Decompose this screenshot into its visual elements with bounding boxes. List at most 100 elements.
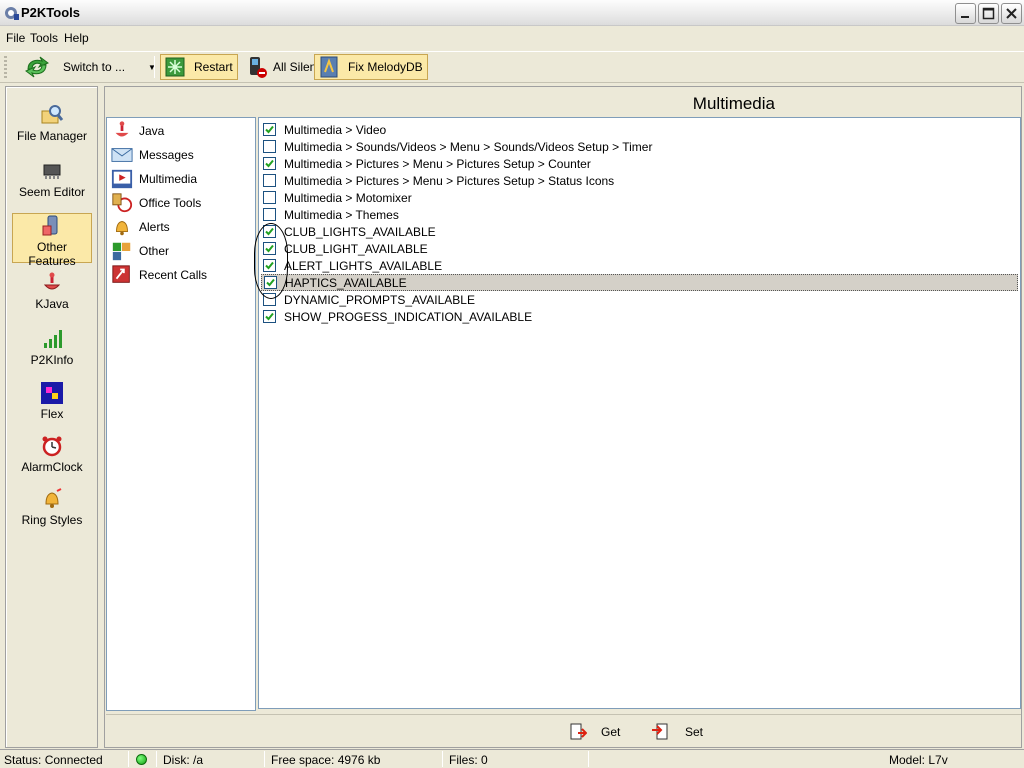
close-button[interactable] [1001,3,1022,24]
connection-led-icon [136,754,147,765]
feature-label: CLUB_LIGHT_AVAILABLE [284,241,428,256]
feature-checkbox[interactable] [263,140,276,153]
get-label: Get [601,725,621,739]
status-divider [588,751,589,767]
switch-arrows-icon [25,56,49,78]
java-icon [43,272,61,290]
window-title: P2KTools [21,5,80,20]
envelope-icon [111,148,133,162]
sidebar-item-label: Seem Editor [18,185,86,199]
category-item-messages[interactable]: Messages [111,144,194,166]
content-panel: Multimedia Java Messages Multimedia Offi… [104,86,1022,748]
all-silent-button[interactable]: All Silent [240,54,324,80]
sidebar-item-label: AlarmClock [21,460,83,474]
sidebar-item-label: P2KInfo [30,353,74,367]
feature-checkbox[interactable] [263,310,276,323]
feature-label: Multimedia > Themes [284,207,399,222]
sidebar-item-ring-styles[interactable]: Ring Styles [12,487,92,537]
sidebar-item-file-manager[interactable]: File Manager [12,103,92,153]
set-button[interactable]: Set [651,721,703,743]
category-item-java[interactable]: Java [111,120,164,142]
feature-row[interactable]: Multimedia > Video [261,121,1018,138]
feature-row[interactable]: DYNAMIC_PROMPTS_AVAILABLE [261,291,1018,308]
checkmark-icon [265,159,274,168]
category-item-office-tools[interactable]: Office Tools [111,192,201,214]
feature-checkbox[interactable] [263,191,276,204]
sidebar-item-label: Other Features [28,240,76,268]
feature-row[interactable]: Multimedia > Motomixer [261,189,1018,206]
sidebar-item-flex[interactable]: Flex [12,381,92,431]
category-label: Messages [139,148,194,162]
feature-checkbox[interactable] [263,174,276,187]
category-item-multimedia[interactable]: Multimedia [111,168,197,190]
model-text: Model: L7v [889,752,948,767]
feature-row[interactable]: CLUB_LIGHTS_AVAILABLE [261,223,1018,240]
restart-button[interactable]: Restart [160,54,238,80]
checkmark-icon [265,312,274,321]
feature-row[interactable]: ALERT_LIGHTS_AVAILABLE [261,257,1018,274]
sidebar-item-alarmclock[interactable]: AlarmClock [12,434,92,484]
connection-indicator [136,752,147,767]
feature-checkbox[interactable] [263,208,276,221]
fix-melodydb-label: Fix MelodyDB [348,60,423,74]
category-label: Alerts [139,220,170,234]
sidebar-item-seem-editor[interactable]: Seem Editor [12,159,92,209]
files-text: Files: 0 [449,752,488,767]
close-icon [1006,8,1017,19]
minimize-button[interactable] [955,3,976,24]
menu-tools[interactable]: Tools [30,31,58,45]
feature-row[interactable]: Multimedia > Sounds/Videos > Menu > Soun… [261,138,1018,155]
feature-row[interactable]: Multimedia > Pictures > Menu > Pictures … [261,172,1018,189]
category-label: Java [139,124,165,138]
restart-label: Restart [194,60,233,74]
sidebar-item-kjava[interactable]: KJava [12,271,92,321]
status-text: Status: Connected [4,752,103,767]
status-divider [128,751,129,767]
menu-file[interactable]: File [6,31,25,45]
java-icon [115,121,129,137]
app-gear-icon [5,7,19,20]
category-list: Java Messages Multimedia Office Tools Al… [106,117,256,711]
set-label: Set [685,725,704,739]
chip-icon [43,164,61,179]
sidebar-item-label: Flex [40,407,64,421]
fix-melodydb-button[interactable]: Fix MelodyDB [314,54,428,80]
feature-checkbox[interactable] [263,157,276,170]
bell-icon [116,221,128,236]
puzzle-icon [112,242,131,261]
switch-to-dropdown[interactable]: Switch to ... ▼ [20,54,160,80]
menu-help[interactable]: Help [64,31,89,45]
bell-icon [45,488,62,508]
menu-bar: File Tools Help [0,27,1024,49]
recent-calls-icon [112,265,130,283]
feature-label: ALERT_LIGHTS_AVAILABLE [284,258,443,273]
feature-row[interactable]: HAPTICS_AVAILABLE [261,274,1018,291]
feature-label: HAPTICS_AVAILABLE [285,275,407,290]
silent-phone-icon [250,57,267,78]
flex-icon [41,382,63,404]
checkmark-icon [265,125,274,134]
sidebar-item-label: File Manager [16,129,88,143]
feature-row[interactable]: SHOW_PROGESS_INDICATION_AVAILABLE [261,308,1018,325]
category-item-alerts[interactable]: Alerts [111,216,170,238]
category-item-recent-calls[interactable]: Recent Calls [111,264,207,286]
feature-row[interactable]: Multimedia > Pictures > Menu > Pictures … [261,155,1018,172]
signal-icon [44,330,62,348]
get-button[interactable]: Get [569,721,620,743]
status-divider [442,751,443,767]
sidebar-item-p2kinfo[interactable]: P2KInfo [12,327,92,377]
minimize-icon [961,16,969,18]
toolbar-grip[interactable] [4,56,7,78]
feature-checkbox[interactable] [263,123,276,136]
maximize-button[interactable] [978,3,999,24]
sidebar-item-other-features[interactable]: Other Features [12,213,92,268]
category-item-other[interactable]: Other [111,240,169,262]
feature-row[interactable]: CLUB_LIGHT_AVAILABLE [261,240,1018,257]
page-title: Multimedia [692,94,775,113]
feature-label: Multimedia > Motomixer [284,190,412,205]
status-divider [156,751,157,767]
feature-row[interactable]: Multimedia > Themes [261,206,1018,223]
free-space-text: Free space: 4976 kb [271,752,381,767]
category-label: Multimedia [139,172,198,186]
feature-checklist: Multimedia > Video Multimedia > Sounds/Vi… [258,117,1021,709]
